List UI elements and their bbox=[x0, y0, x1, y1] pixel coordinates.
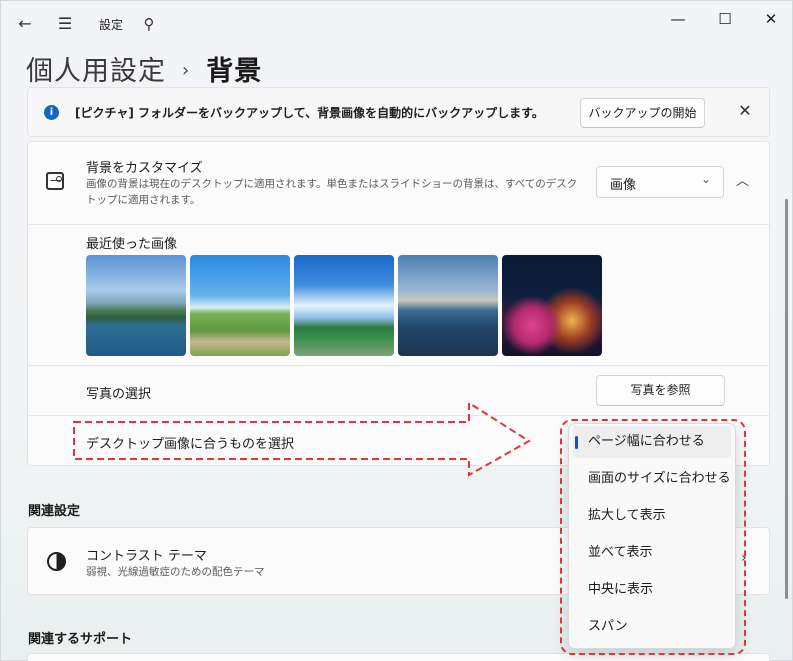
contrast-description: 弱視、光線過敏症のための配色テーマ bbox=[86, 566, 265, 578]
info-bar-text: [ピクチャ] フォルダーをバックアップして、背景画像を自動的にバックアップします… bbox=[75, 106, 544, 120]
scrollbar[interactable] bbox=[785, 199, 788, 599]
customize-title: 背景をカスタマイズ bbox=[86, 161, 203, 176]
background-type-value: 画像 bbox=[610, 178, 637, 193]
contrast-title: コントラスト テーマ bbox=[86, 549, 207, 564]
breadcrumb-parent[interactable]: 個人用設定 bbox=[26, 56, 166, 87]
annotation-arrow-shape bbox=[73, 401, 531, 477]
browse-photos-button[interactable]: 写真を参照 bbox=[596, 375, 725, 406]
annotation-arrow bbox=[73, 401, 531, 477]
start-backup-button[interactable]: バックアップの開始 bbox=[580, 98, 705, 128]
title-bar: ← ☰ 設定 ⚲ — ☐ ✕ bbox=[1, 1, 793, 47]
breadcrumb-separator-icon: › bbox=[182, 60, 191, 81]
maximize-button[interactable]: ☐ bbox=[708, 7, 742, 31]
minimize-button[interactable]: — bbox=[661, 7, 695, 31]
annotation-highlight-dropdown bbox=[560, 419, 746, 655]
related-settings-heading: 関連設定 bbox=[28, 504, 81, 519]
recent-image-field[interactable] bbox=[190, 255, 290, 356]
page-title: 背景 bbox=[206, 56, 263, 87]
image-icon bbox=[46, 172, 64, 190]
info-icon: i bbox=[44, 105, 59, 120]
app-title: 設定 bbox=[99, 18, 124, 32]
recent-image-lanterns[interactable] bbox=[502, 255, 602, 356]
settings-window: ← ☰ 設定 ⚲ — ☐ ✕ 個人用設定 › 背景 i [ピクチャ] フォルダーをバ… bbox=[0, 0, 793, 661]
backup-info-bar: i [ピクチャ] フォルダーをバックアップして、背景画像を自動的にバックアップし… bbox=[27, 87, 770, 137]
chevron-up-icon[interactable]: ︿ bbox=[736, 170, 749, 189]
dismiss-info-icon[interactable]: ✕ bbox=[736, 100, 754, 122]
recent-image-sky[interactable] bbox=[294, 255, 394, 356]
menu-icon[interactable]: ☰ bbox=[56, 15, 74, 33]
close-button[interactable]: ✕ bbox=[754, 7, 788, 31]
recent-image-lighthouse[interactable] bbox=[398, 255, 498, 356]
breadcrumb: 個人用設定 › 背景 bbox=[26, 49, 262, 88]
search-icon[interactable]: ⚲ bbox=[140, 15, 158, 33]
background-type-select[interactable]: 画像 ⌄ bbox=[596, 166, 724, 198]
recent-image-island[interactable] bbox=[86, 255, 186, 356]
back-arrow-icon[interactable]: ← bbox=[16, 15, 34, 33]
chevron-down-icon: ⌄ bbox=[700, 172, 711, 186]
photo-select-label: 写真の選択 bbox=[86, 387, 152, 402]
related-support-heading: 関連するサポート bbox=[28, 632, 133, 647]
customize-description: 画像の背景は現在のデスクトップに適用されます。単色またはスライドショーの背景は、… bbox=[86, 178, 578, 206]
contrast-icon bbox=[47, 552, 66, 571]
recent-images-label: 最近使った画像 bbox=[86, 237, 178, 252]
